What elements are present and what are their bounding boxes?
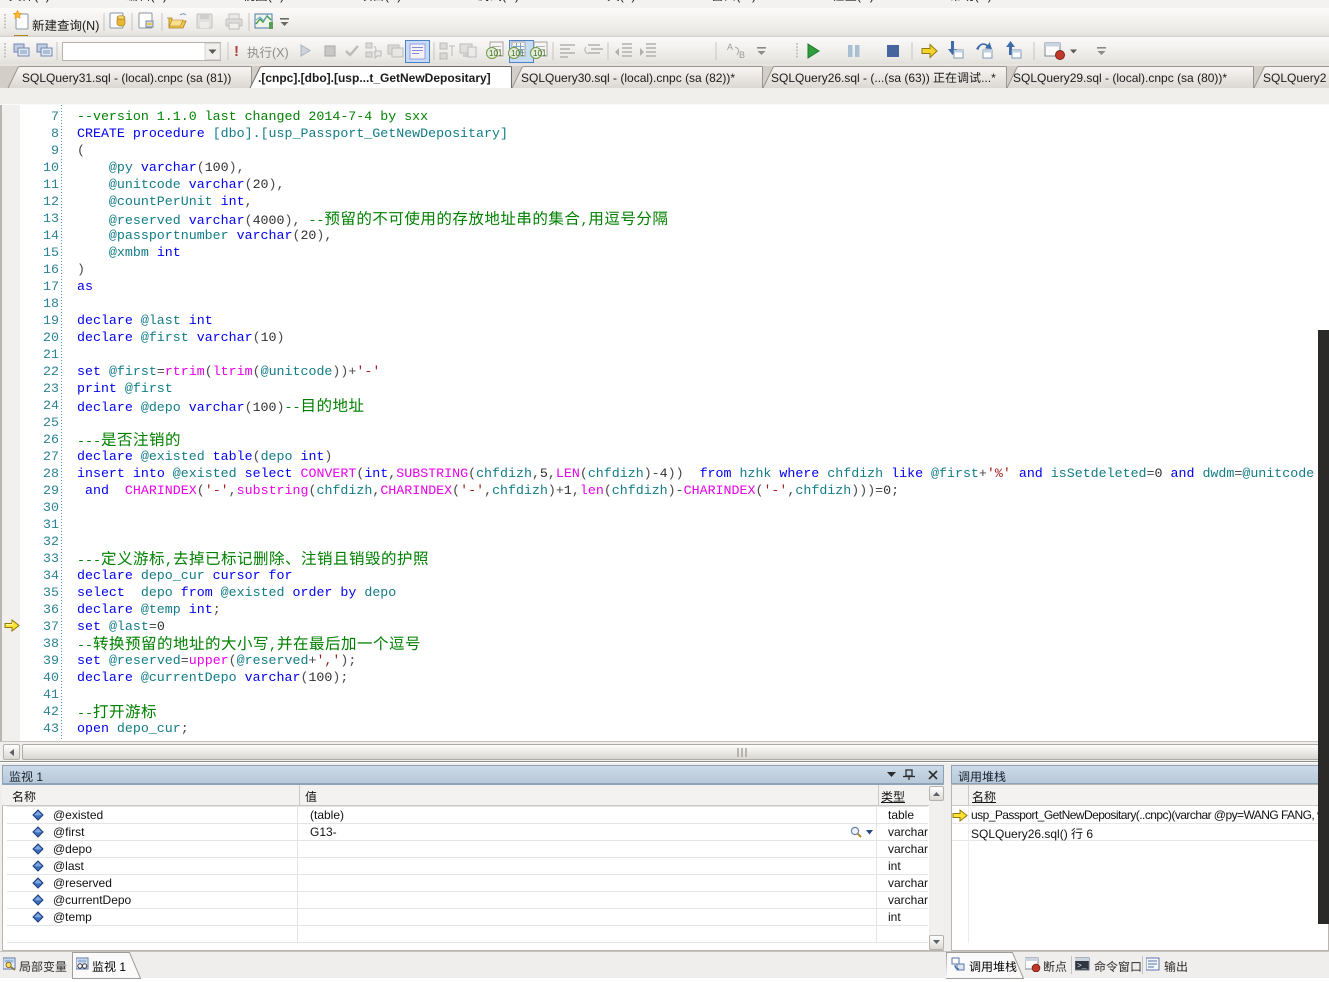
svg-text:101: 101 — [489, 49, 503, 58]
svg-text:SQLQuery30.sql - (local).cnpc: SQLQuery30.sql - (local).cnpc (sa (82))* — [521, 71, 735, 85]
svg-text:SQLQuery29.sql - (local).cnpc: SQLQuery29.sql - (local).cnpc (sa (80))* — [1013, 71, 1227, 85]
svg-text:SQLQuery2: SQLQuery2 — [1263, 71, 1327, 85]
svg-text:SQLQuery31.sql - (local).cnpc: SQLQuery31.sql - (local).cnpc (sa (81)) — [22, 71, 231, 85]
svg-text:101: 101 — [511, 49, 525, 58]
svg-text:B: B — [739, 50, 745, 60]
svg-text:.[cnpc].[dbo].[usp...t_GetNewD: .[cnpc].[dbo].[usp...t_GetNewDepositary] — [258, 71, 491, 85]
svg-text:!: ! — [234, 43, 239, 60]
svg-text:101: 101 — [533, 49, 547, 58]
svg-text:>_: >_ — [1077, 962, 1087, 971]
svg-text:A: A — [727, 42, 733, 52]
svg-text:SQLQuery26.sql - (...(sa (63)): SQLQuery26.sql - (...(sa (63)) 正在调试...* — [771, 71, 996, 85]
